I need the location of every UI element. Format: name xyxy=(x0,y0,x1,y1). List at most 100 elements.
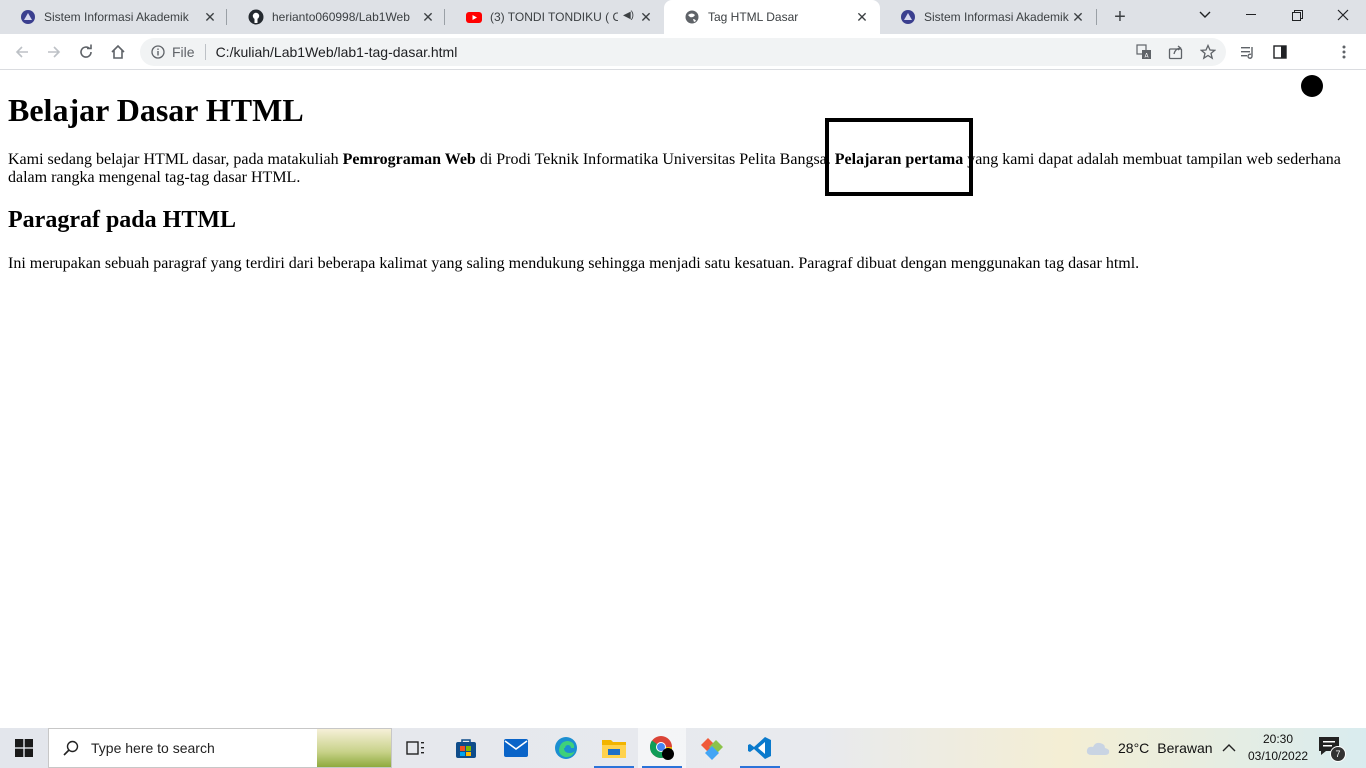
share-icon xyxy=(1168,45,1183,60)
page-content: Belajar Dasar HTML Kami sedang belajar H… xyxy=(0,70,1366,728)
diamond-app-icon xyxy=(701,738,723,760)
tab-search-button[interactable] xyxy=(1182,0,1228,30)
chevron-down-icon xyxy=(1199,11,1211,18)
windows-taskbar: 28°C Berawan 20:30 03/10/2022 7 xyxy=(0,728,1366,768)
close-window-button[interactable] xyxy=(1320,0,1366,30)
share-button[interactable] xyxy=(1164,40,1188,64)
back-button[interactable] xyxy=(10,40,34,64)
intro-paragraph: Kami sedang belajar HTML dasar, pada mat… xyxy=(8,151,1358,187)
start-button[interactable] xyxy=(0,728,48,768)
close-icon[interactable]: ✕ xyxy=(1070,9,1086,25)
github-icon xyxy=(248,9,264,25)
forward-button[interactable] xyxy=(42,40,66,64)
store-icon xyxy=(456,739,476,758)
browser-toolbar: File C:/kuliah/Lab1Web/lab1-tag-dasar.ht… xyxy=(0,34,1366,97)
university-icon xyxy=(900,9,916,25)
home-button[interactable] xyxy=(106,40,130,64)
tab-sistem-informasi-1[interactable]: Sistem Informasi Akademik ✕ xyxy=(0,0,228,34)
task-view-button[interactable] xyxy=(392,728,440,768)
intro-text-1: Kami sedang belajar HTML dasar, pada mat… xyxy=(8,151,343,168)
url-text[interactable]: C:/kuliah/Lab1Web/lab1-tag-dasar.html xyxy=(216,44,458,60)
university-icon xyxy=(20,9,36,25)
tab-title: Sistem Informasi Akademik xyxy=(924,10,1069,24)
file-explorer-button[interactable] xyxy=(590,728,638,768)
close-icon[interactable]: ✕ xyxy=(202,9,218,25)
notification-count-badge: 7 xyxy=(1330,746,1346,762)
search-input[interactable] xyxy=(89,739,313,757)
forward-arrow-icon xyxy=(48,46,61,58)
taskbar-search[interactable] xyxy=(48,728,392,768)
mail-icon xyxy=(504,739,528,757)
info-icon[interactable] xyxy=(150,44,166,60)
tab-separator xyxy=(226,9,227,25)
weather-condition: Berawan xyxy=(1157,740,1213,756)
restore-icon xyxy=(1291,9,1303,21)
chrome-button[interactable] xyxy=(638,728,686,768)
youtube-icon xyxy=(466,9,482,25)
chrome-icon xyxy=(649,736,674,760)
notification-center-button[interactable]: 7 xyxy=(1318,736,1346,762)
system-clock[interactable]: 20:30 03/10/2022 xyxy=(1248,731,1308,765)
close-icon[interactable]: ✕ xyxy=(854,9,870,25)
reading-list-button[interactable] xyxy=(1236,40,1260,64)
tab-tag-html-dasar[interactable]: Tag HTML Dasar ✕ xyxy=(664,0,880,34)
edge-icon xyxy=(555,737,577,759)
reload-icon xyxy=(80,44,92,58)
weather-widget[interactable]: 28°C Berawan xyxy=(1086,728,1213,768)
bookmark-button[interactable] xyxy=(1196,40,1220,64)
tab-separator xyxy=(444,9,445,25)
microsoft-store-button[interactable] xyxy=(442,728,490,768)
section-heading: Paragraf pada HTML xyxy=(8,207,236,233)
windows-logo-icon xyxy=(15,739,33,757)
tab-title: herianto060998/Lab1Web xyxy=(272,10,410,24)
side-panel-button[interactable] xyxy=(1268,40,1292,64)
menu-button[interactable] xyxy=(1332,40,1356,64)
tab-youtube[interactable]: (3) TONDI TONDIKU ( Offi ◀) ✕ xyxy=(446,0,664,34)
clock-date: 03/10/2022 xyxy=(1248,749,1309,763)
home-icon xyxy=(111,44,125,59)
show-hidden-icons-button[interactable] xyxy=(1222,728,1236,768)
vscode-button[interactable] xyxy=(736,728,784,768)
tab-title: Tag HTML Dasar xyxy=(708,10,799,24)
media-list-icon xyxy=(1241,47,1253,59)
search-icon xyxy=(61,738,81,758)
tab-title: (3) TONDI TONDIKU ( Offi xyxy=(490,10,618,24)
new-tab-button[interactable]: + xyxy=(1108,5,1132,29)
close-icon[interactable]: ✕ xyxy=(638,9,654,25)
minimize-button[interactable] xyxy=(1228,0,1274,30)
page-heading: Belajar Dasar HTML xyxy=(8,92,304,128)
section-paragraph: Ini merupakan sebuah paragraf yang terdi… xyxy=(8,255,1140,272)
tab-sistem-informasi-2[interactable]: Sistem Informasi Akademik ✕ xyxy=(880,0,1096,34)
side-panel-icon xyxy=(1273,45,1287,59)
edge-button[interactable] xyxy=(542,728,590,768)
search-highlight-image[interactable] xyxy=(317,729,391,767)
star-icon xyxy=(1200,44,1216,60)
close-icon[interactable]: ✕ xyxy=(420,9,436,25)
folder-icon xyxy=(602,740,626,758)
weather-temperature: 28°C xyxy=(1118,740,1150,756)
browser-tabstrip: Sistem Informasi Akademik ✕ herianto0609… xyxy=(0,0,1366,34)
tab-separator xyxy=(1096,9,1097,25)
globe-icon xyxy=(684,9,700,25)
omnibox-divider xyxy=(204,44,206,60)
address-bar[interactable]: File C:/kuliah/Lab1Web/lab1-tag-dasar.ht… xyxy=(140,38,1226,66)
course-name: Pemrograman Web xyxy=(342,151,476,168)
speaker-icon[interactable]: ◀) xyxy=(623,10,634,21)
intro-text-2: di Prodi Teknik Informatika Universitas … xyxy=(475,151,835,168)
translate-button[interactable]: A xyxy=(1132,40,1156,64)
tab-title: Sistem Informasi Akademik xyxy=(44,10,189,24)
scheme-label: File xyxy=(172,44,195,60)
mail-button[interactable] xyxy=(492,728,540,768)
task-view-icon xyxy=(406,741,424,755)
cloud-icon xyxy=(1086,742,1110,755)
translate-icon: A xyxy=(1136,44,1151,60)
minimize-icon xyxy=(1246,14,1256,15)
git-app-button[interactable] xyxy=(688,728,736,768)
reload-button[interactable] xyxy=(74,40,98,64)
back-arrow-icon xyxy=(15,46,28,58)
close-icon xyxy=(1337,9,1349,21)
chevron-up-icon xyxy=(1222,744,1236,752)
tab-github[interactable]: herianto060998/Lab1Web ✕ xyxy=(228,0,446,34)
restore-button[interactable] xyxy=(1274,0,1320,30)
highlighted-lesson: Pelajaran pertama xyxy=(834,151,964,168)
